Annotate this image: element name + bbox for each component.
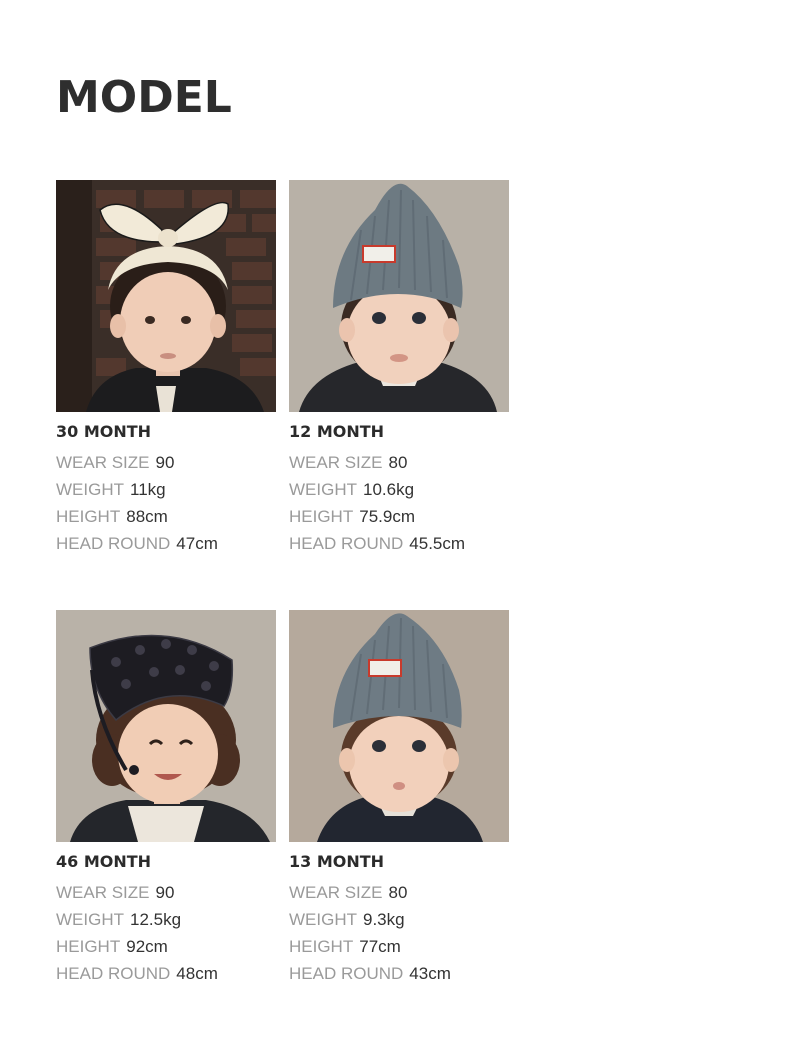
wear-size-row: WEAR SIZE 90 (56, 879, 278, 906)
height-row: HEIGHT 92cm (56, 933, 278, 960)
weight-value: 12.5kg (130, 910, 182, 929)
head-round-label: HEAD ROUND (289, 964, 404, 983)
height-label: HEIGHT (289, 937, 354, 956)
weight-row: WEIGHT 11kg (56, 476, 278, 503)
height-value: 92cm (126, 937, 168, 956)
model-photo (56, 610, 276, 842)
weight-value: 10.6kg (363, 480, 415, 499)
head-round-value: 47cm (176, 534, 218, 553)
model-card: 12 MONTH WEAR SIZE 80 WEIGHT 10.6kg HEIGHT… (289, 180, 511, 557)
child-with-lace-bandana-icon (56, 610, 276, 842)
height-row: HEIGHT 88cm (56, 503, 278, 530)
wear-size-value: 80 (388, 883, 408, 902)
wear-size-value: 90 (155, 453, 175, 472)
wear-size-label: WEAR SIZE (289, 883, 383, 902)
model-card: 46 MONTH WEAR SIZE 90 WEIGHT 12.5kg HEIGHT… (56, 610, 278, 987)
wear-size-value: 90 (155, 883, 175, 902)
weight-value: 11kg (130, 480, 166, 499)
weight-value: 9.3kg (363, 910, 405, 929)
weight-row: WEIGHT 9.3kg (289, 906, 511, 933)
child-with-knit-beanie-icon (289, 180, 509, 412)
height-label: HEIGHT (289, 507, 354, 526)
weight-label: WEIGHT (289, 480, 357, 499)
wear-size-label: WEAR SIZE (56, 883, 150, 902)
height-label: HEIGHT (56, 937, 121, 956)
height-value: 75.9cm (359, 507, 415, 526)
weight-label: WEIGHT (56, 480, 124, 499)
model-photo (289, 180, 509, 412)
height-row: HEIGHT 77cm (289, 933, 511, 960)
model-photo (56, 180, 276, 412)
height-row: HEIGHT 75.9cm (289, 503, 511, 530)
weight-label: WEIGHT (56, 910, 124, 929)
head-round-label: HEAD ROUND (56, 534, 171, 553)
wear-size-row: WEAR SIZE 80 (289, 449, 511, 476)
head-round-row: HEAD ROUND 45.5cm (289, 530, 511, 557)
weight-label: WEIGHT (289, 910, 357, 929)
model-age: 12 MONTH (289, 422, 385, 441)
wear-size-label: WEAR SIZE (289, 453, 383, 472)
height-label: HEIGHT (56, 507, 121, 526)
weight-row: WEIGHT 12.5kg (56, 906, 278, 933)
head-round-value: 43cm (409, 964, 451, 983)
model-photo (289, 610, 509, 842)
height-value: 88cm (126, 507, 168, 526)
wear-size-row: WEAR SIZE 80 (289, 879, 511, 906)
head-round-value: 45.5cm (409, 534, 466, 553)
wear-size-label: WEAR SIZE (56, 453, 150, 472)
head-round-row: HEAD ROUND 47cm (56, 530, 278, 557)
child-with-bow-headband-icon (56, 180, 276, 412)
model-age: 13 MONTH (289, 852, 385, 871)
weight-row: WEIGHT 10.6kg (289, 476, 511, 503)
model-age: 30 MONTH (56, 422, 152, 441)
head-round-label: HEAD ROUND (289, 534, 404, 553)
head-round-value: 48cm (176, 964, 218, 983)
head-round-label: HEAD ROUND (56, 964, 171, 983)
page-title: MODEL (56, 72, 232, 123)
model-card: 30 MONTH WEAR SIZE 90 WEIGHT 11kg HEIGHT 88… (56, 180, 278, 557)
head-round-row: HEAD ROUND 43cm (289, 960, 511, 987)
child-with-knit-beanie-icon (289, 610, 509, 842)
model-age: 46 MONTH (56, 852, 152, 871)
head-round-row: HEAD ROUND 48cm (56, 960, 278, 987)
height-value: 77cm (359, 937, 401, 956)
model-card: 13 MONTH WEAR SIZE 80 WEIGHT 9.3kg HEIGHT 7… (289, 610, 511, 987)
wear-size-value: 80 (388, 453, 408, 472)
wear-size-row: WEAR SIZE 90 (56, 449, 278, 476)
